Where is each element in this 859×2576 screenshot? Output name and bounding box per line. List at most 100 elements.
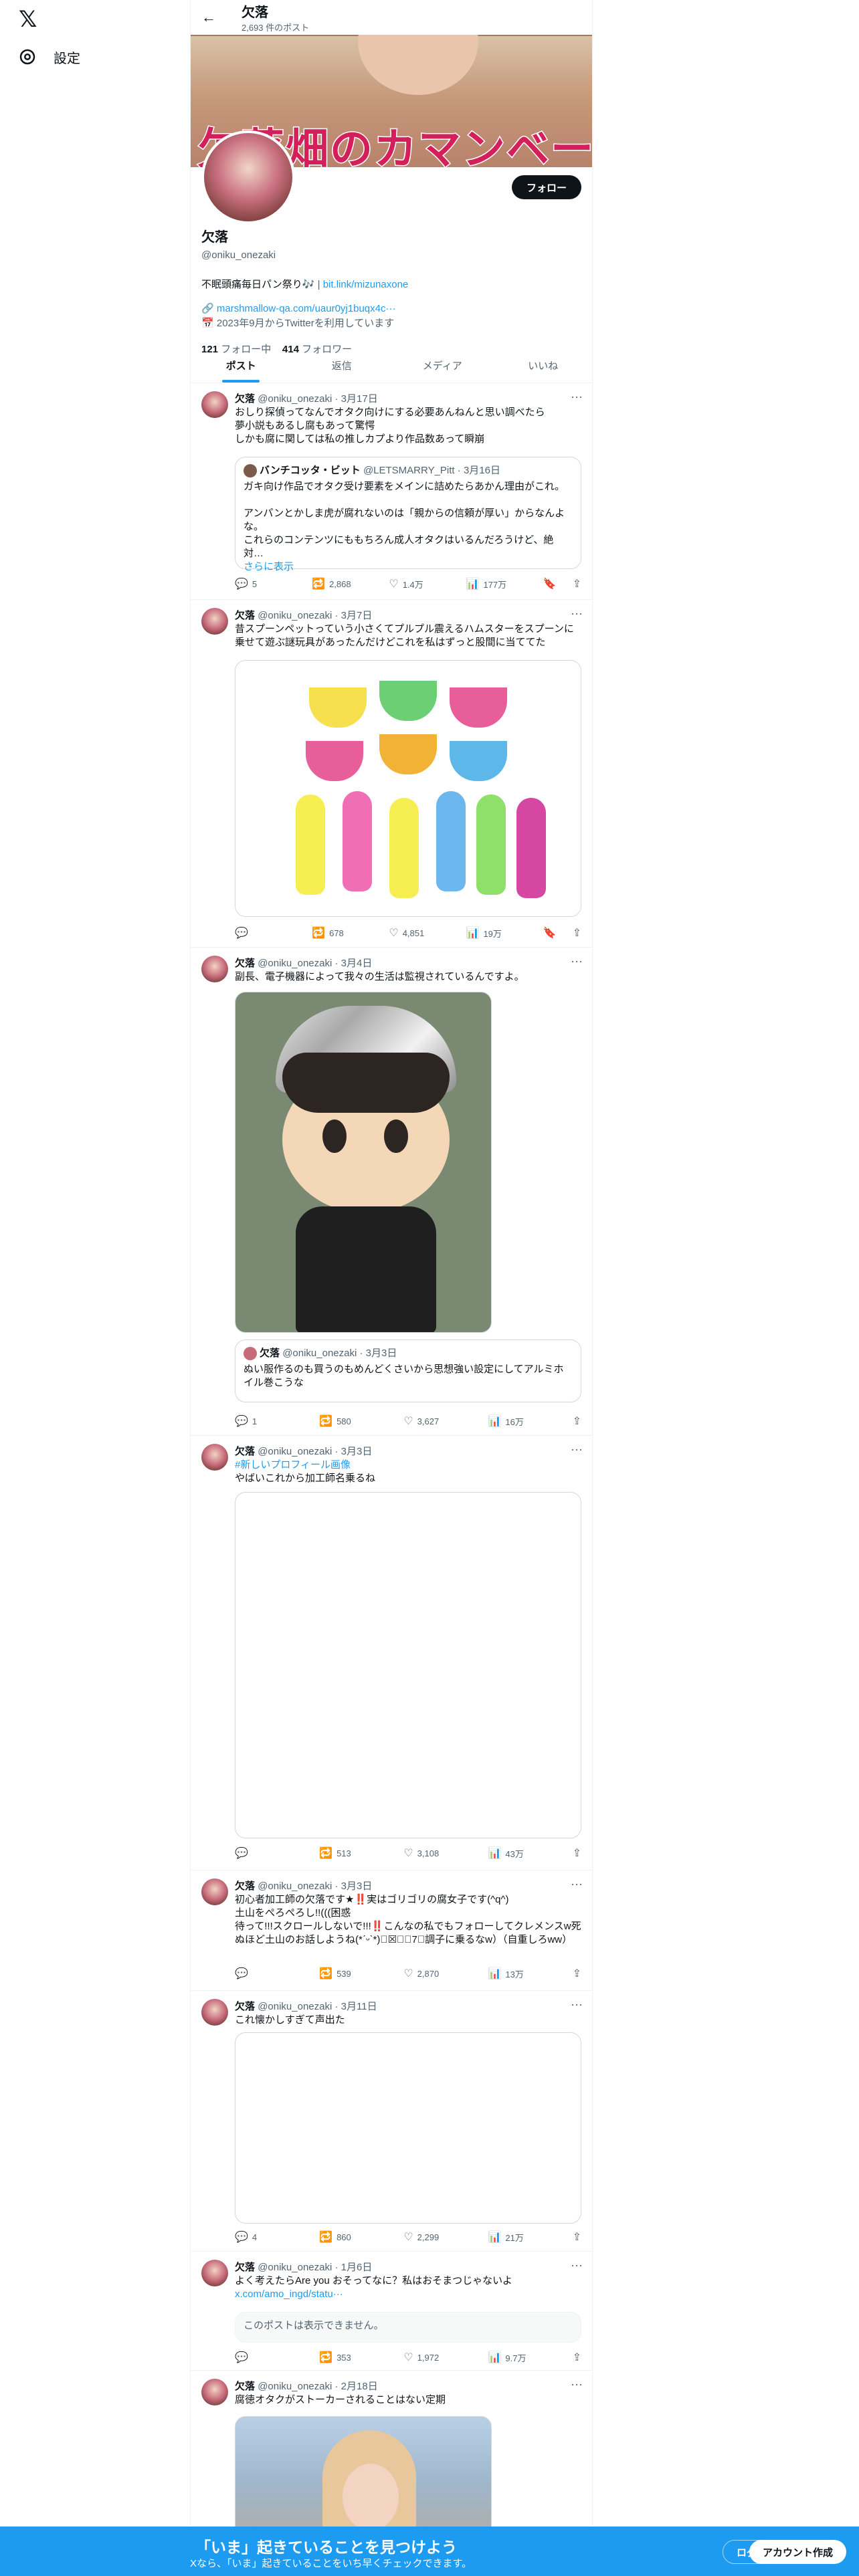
more-icon[interactable]: ··· xyxy=(571,607,583,621)
tab-posts[interactable]: ポスト xyxy=(191,348,292,383)
tab-likes[interactable]: いいね xyxy=(493,348,593,383)
avatar[interactable] xyxy=(201,2379,228,2405)
bookmark-icon[interactable]: 🔖 xyxy=(543,577,557,591)
profile-link[interactable]: marshmallow-qa.com/uaur0yj1buqx4c··· xyxy=(217,303,396,314)
bio-text: 不眠頭痛毎日パン祭り🎶 xyxy=(201,279,315,290)
views-button[interactable]: 📊 9.7万 xyxy=(488,2351,572,2364)
repost-button[interactable]: 🔁 860 xyxy=(319,2230,403,2244)
post[interactable]: 欠落 @oniku_onezaki · 3月3日 ··· #新しいプロフィール画… xyxy=(191,1436,592,1870)
repost-icon: 🔁 xyxy=(319,1848,333,1859)
views-button[interactable]: 📊 21万 xyxy=(488,2230,572,2244)
like-button[interactable]: ♡ 1,972 xyxy=(403,2351,488,2364)
share-icon[interactable]: ⇪ xyxy=(573,577,581,591)
hashtag-link[interactable]: #新しいプロフィール画像 xyxy=(235,1459,351,1471)
share-icon[interactable]: ⇪ xyxy=(573,926,581,940)
reply-button[interactable]: 💬 xyxy=(235,1967,319,1980)
avatar[interactable] xyxy=(201,1879,228,1905)
share-icon[interactable]: ⇪ xyxy=(573,2351,581,2364)
post-image[interactable] xyxy=(235,1492,581,1838)
tab-replies[interactable]: 返信 xyxy=(292,348,393,383)
repost-button[interactable]: 🔁 580 xyxy=(319,1414,403,1428)
quote-tweet[interactable]: バンチコッタ・ビット @LETSMARRY_Pitt · 3月16日 ガキ向け作… xyxy=(235,457,581,572)
profile-avatar[interactable] xyxy=(201,130,295,224)
reply-button[interactable]: 💬 1 xyxy=(235,1414,319,1428)
views-icon: 📊 xyxy=(466,928,480,939)
avatar[interactable] xyxy=(201,1999,228,2026)
post-actions: 💬 🔁 539 ♡ 2,870 📊 13万 ⇪ xyxy=(235,1967,581,1980)
reply-button[interactable]: 💬 xyxy=(235,926,312,940)
avatar[interactable] xyxy=(201,2260,228,2286)
avatar[interactable] xyxy=(201,391,228,418)
avatar[interactable] xyxy=(201,608,228,635)
share-icon[interactable]: ⇪ xyxy=(573,1967,581,1980)
post-text: #新しいプロフィール画像 やばいこれから加工師名乗るね xyxy=(235,1459,376,1484)
reply-button[interactable]: 💬 5 xyxy=(235,577,312,591)
more-icon[interactable]: ··· xyxy=(571,1998,583,2012)
views-icon: 📊 xyxy=(488,2232,502,2243)
views-button[interactable]: 📊 19万 xyxy=(466,926,543,940)
repost-button[interactable]: 🔁 539 xyxy=(319,1967,403,1980)
more-icon[interactable]: ··· xyxy=(571,390,583,404)
repost-button[interactable]: 🔁 678 xyxy=(312,926,389,940)
reply-button[interactable]: 💬 xyxy=(235,1846,319,1860)
like-button[interactable]: ♡ 4,851 xyxy=(389,926,466,940)
post-text: 初心者加工師の欠落です★‼️実はゴリゴリの腐女子です(^q^) 土山をぺろぺろし… xyxy=(235,1894,581,1945)
post-image-plush[interactable] xyxy=(235,992,492,1333)
share-icon[interactable]: ⇪ xyxy=(573,1414,581,1428)
reply-icon: 💬 xyxy=(235,928,248,939)
like-button[interactable]: ♡ 3,108 xyxy=(403,1846,488,1860)
post[interactable]: 欠落 @oniku_onezaki · 1月6日 ··· よく考えたらAre y… xyxy=(191,2252,592,2371)
reply-button[interactable]: 💬 4 xyxy=(235,2230,319,2244)
views-button[interactable]: 📊 13万 xyxy=(488,1967,572,1980)
unavailable-post: このポストは表示できません。 xyxy=(235,2312,581,2343)
post[interactable]: 欠落 @oniku_onezaki · 3月3日 ··· 初心者加工師の欠落です… xyxy=(191,1870,592,1991)
post-image-toys[interactable] xyxy=(235,660,581,917)
more-icon[interactable]: ··· xyxy=(571,2377,583,2391)
repost-button[interactable]: 🔁 353 xyxy=(319,2351,403,2364)
post-link[interactable]: x.com/amo_ingd/statu··· xyxy=(235,2288,343,2300)
post[interactable]: 欠落 @oniku_onezaki · 3月17日 ··· おしり探偵ってなんで… xyxy=(191,383,592,600)
repost-button[interactable]: 🔁 2,868 xyxy=(312,577,389,591)
bookmark-icon[interactable]: 🔖 xyxy=(543,926,557,940)
quote-tweet[interactable]: 欠落 @oniku_onezaki · 3月3日 ぬい服作るのも買うのもめんどく… xyxy=(235,1339,581,1402)
post[interactable]: 欠落 @oniku_onezaki · 3月7日 ··· 昔スプーンペットってい… xyxy=(191,600,592,948)
repost-icon: 🔁 xyxy=(319,2352,333,2363)
reply-icon: 💬 xyxy=(235,1848,248,1859)
like-button[interactable]: ♡ 1.4万 xyxy=(389,577,466,591)
like-button[interactable]: ♡ 3,627 xyxy=(403,1414,488,1428)
more-icon[interactable]: ··· xyxy=(571,1877,583,1891)
post[interactable]: 欠落 @oniku_onezaki · 3月4日 ··· 副長、電子機器によって… xyxy=(191,948,592,1436)
views-button[interactable]: 📊 16万 xyxy=(488,1414,572,1428)
avatar[interactable] xyxy=(201,956,228,982)
like-button[interactable]: ♡ 2,299 xyxy=(403,2230,488,2244)
post-header: 欠落 @oniku_onezaki · 3月11日 xyxy=(235,2001,377,2012)
share-icon[interactable]: ⇪ xyxy=(573,1846,581,1860)
post[interactable]: 欠落 @oniku_onezaki · 3月11日 ··· これ懐かしすぎて声出… xyxy=(191,1991,592,2252)
share-icon[interactable]: ⇪ xyxy=(573,2230,581,2244)
like-button[interactable]: ♡ 2,870 xyxy=(403,1967,488,1980)
more-icon[interactable]: ··· xyxy=(571,1442,583,1457)
nav-settings[interactable]: 設定 xyxy=(17,47,80,67)
signup-button[interactable]: アカウント作成 xyxy=(749,2540,847,2564)
repost-icon: 🔁 xyxy=(312,578,326,590)
more-icon[interactable]: ··· xyxy=(571,2258,583,2272)
x-logo-icon[interactable]: 𝕏 xyxy=(19,8,41,31)
heart-icon: ♡ xyxy=(389,928,399,939)
repost-button[interactable]: 🔁 513 xyxy=(319,1846,403,1860)
post-actions: 💬 4 🔁 860 ♡ 2,299 📊 21万 ⇪ xyxy=(235,2230,581,2244)
post-actions: 💬 5 🔁 2,868 ♡ 1.4万 📊 177万 🔖 ⇪ xyxy=(235,577,581,591)
follow-button[interactable]: フォロー xyxy=(511,175,581,199)
bio-link[interactable]: bit.link/mizunaxone xyxy=(323,279,409,290)
tab-media[interactable]: メディア xyxy=(392,348,493,383)
more-icon[interactable]: ··· xyxy=(571,954,583,968)
views-button[interactable]: 📊 177万 xyxy=(466,577,543,591)
main-column: ← 欠落 2,693 件のポスト 欠落畑のカマンベール フォロー 欠落 @oni… xyxy=(190,0,593,2576)
show-more-link[interactable]: さらに表示 xyxy=(244,560,573,574)
reply-button[interactable]: 💬 xyxy=(235,2351,319,2364)
views-button[interactable]: 📊 43万 xyxy=(488,1846,572,1860)
avatar[interactable] xyxy=(201,1444,228,1471)
back-arrow-icon[interactable]: ← xyxy=(201,9,225,26)
post-text: 昔スプーンペットっていう小さくてプルプル震えるハムスターをスプーンに乗せて遊ぶ謎… xyxy=(235,623,574,648)
post-image[interactable] xyxy=(235,2032,581,2224)
heart-icon: ♡ xyxy=(403,1848,413,1859)
